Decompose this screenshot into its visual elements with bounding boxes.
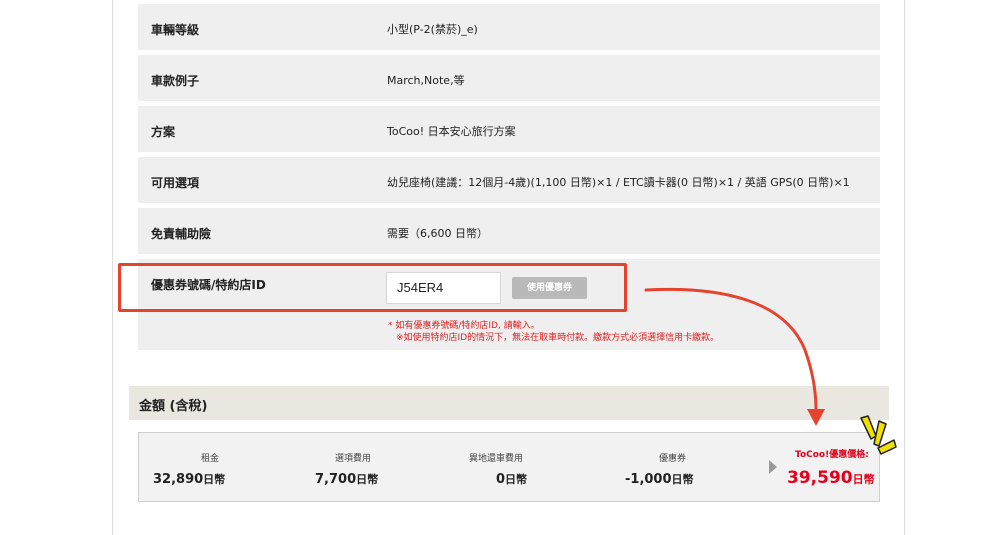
price-value-oneway: 0日幣 [496,471,527,487]
detail-value: ToCoo! 日本安心旅行方案 [387,125,516,138]
detail-row-options: 可用選項 幼兒座椅(建議：12個月-4歲)(1,100 日幣)×1 / ETC讀… [138,157,880,203]
detail-label: 車輛等級 [151,23,200,37]
price-value-options: 7,700日幣 [315,471,378,487]
detail-value: 小型(P-2(禁菸)_e) [387,23,478,36]
detail-row-insurance: 免責輔助險 需要（6,600 日幣） [138,208,880,254]
detail-value: 幼兒座椅(建議：12個月-4歲)(1,100 日幣)×1 / ETC讀卡器(0 … [387,176,850,189]
price-label-coupon: 優惠券 [659,454,687,464]
final-price-label: ToCoo!優惠價格: [795,450,869,460]
final-price-unit: 日幣 [852,473,875,486]
price-unit: 日幣 [356,473,379,486]
total-header: 金額 (含稅) [129,386,889,420]
price-label-oneway: 異地還車費用 [469,454,524,464]
detail-row-vehicle-class: 車輛等級 小型(P-2(禁菸)_e) [138,4,880,50]
price-amount: -1,000 [625,472,672,487]
detail-label: 車款例子 [151,74,200,88]
final-price-amount: 39,590 [787,468,853,488]
total-header-title: 金額 (含稅) [139,399,208,414]
detail-value: March,Note,等 [387,74,465,87]
detail-label: 可用選項 [151,176,200,190]
coupon-note-2: ※如使用特約店ID的情況下，無法在取車時付款。繳款方式必須選擇信用卡繳款。 [396,333,720,343]
price-unit: 日幣 [505,473,528,486]
detail-label: 免責輔助險 [151,227,212,241]
price-amount: 7,700 [315,472,357,487]
price-unit: 日幣 [203,473,226,486]
price-amount: 0 [496,472,506,487]
price-summary: 租金 32,890日幣 選項費用 7,700日幣 異地還車費用 0日幣 優惠券 … [138,432,880,502]
final-price-value: 39,590日幣 [787,468,875,488]
annotation-highlight-box [118,263,627,312]
arrow-right-triangle-icon [769,460,777,474]
detail-row-car-examples: 車款例子 March,Note,等 [138,55,880,101]
price-value-rent: 32,890日幣 [153,471,225,487]
price-value-coupon: -1,000日幣 [625,471,694,487]
price-amount: 32,890 [153,472,204,487]
detail-row-plan: 方案 ToCoo! 日本安心旅行方案 [138,106,880,152]
price-label-options: 選項費用 [335,454,372,464]
price-label-rent: 租金 [201,454,220,464]
detail-label: 方案 [151,125,176,139]
detail-value: 需要（6,600 日幣） [387,227,488,240]
price-unit: 日幣 [671,473,694,486]
